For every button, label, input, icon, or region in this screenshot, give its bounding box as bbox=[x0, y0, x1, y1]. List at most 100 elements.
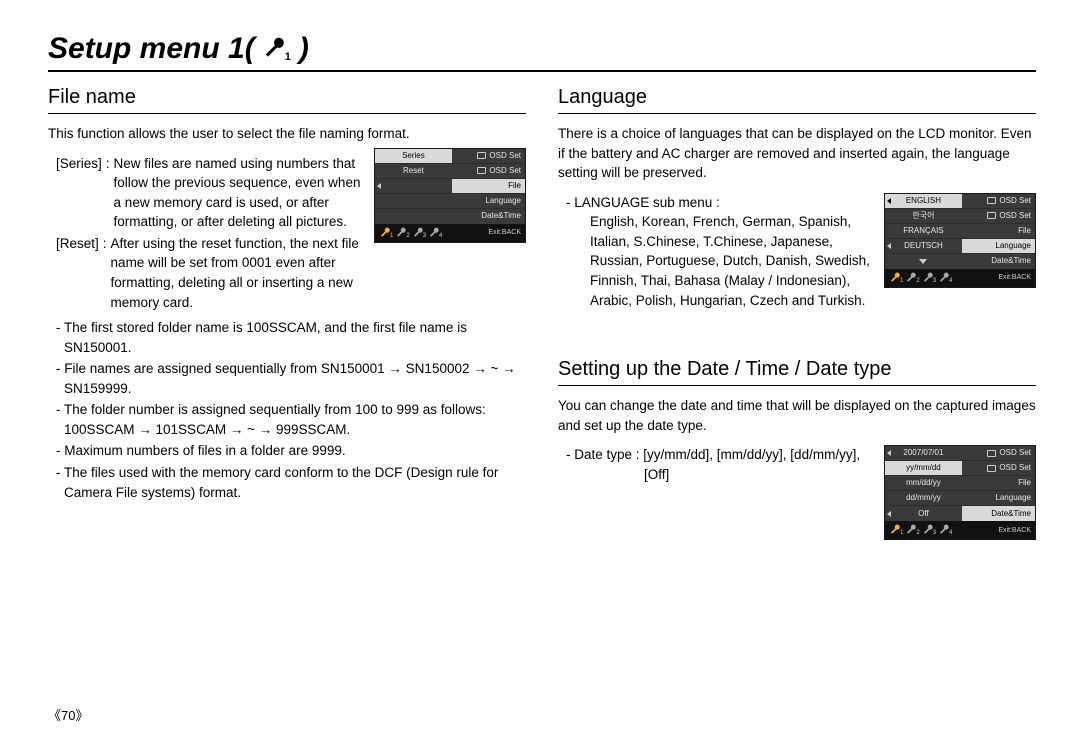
osd-right-label: OSD Set bbox=[999, 449, 1031, 457]
osd-screen: ENGLISH한국어FRANÇAISDEUTSCH OSD Set OSD Set… bbox=[884, 193, 1036, 288]
osd-right-item: OSD Set bbox=[452, 164, 525, 179]
osd-right-label: File bbox=[1018, 227, 1031, 235]
page-number: 《70》 bbox=[48, 705, 88, 724]
osd-right-label: OSD Set bbox=[999, 197, 1031, 205]
osd-right-label: Language bbox=[485, 197, 521, 205]
page-title: Setup menu 1( 1 ) bbox=[48, 32, 1036, 72]
camera-icon bbox=[476, 152, 486, 160]
wrench-icon: 3 bbox=[412, 227, 426, 239]
wrench-icon: 2 bbox=[905, 272, 919, 284]
wrench-icon: 1 bbox=[379, 227, 393, 239]
osd-right-item: OSD Set bbox=[962, 194, 1035, 209]
language-intro: There is a choice of languages that can … bbox=[558, 124, 1036, 183]
wrench-icon: 4 bbox=[938, 524, 952, 536]
osd-right-item: File bbox=[962, 476, 1035, 491]
def-series: [Series] : New files are named using num… bbox=[56, 154, 362, 232]
osd-right-item: Language bbox=[452, 194, 525, 209]
wrench-icon: 1 bbox=[261, 36, 293, 62]
title-text-suffix: ) bbox=[299, 32, 309, 66]
osd-date: 2007/07/01yy/mm/ddmm/dd/yydd/mm/yyOff OS… bbox=[884, 445, 1036, 540]
bullet: The first stored folder name is 100SSCAM… bbox=[56, 318, 526, 357]
osd-right-item: File bbox=[452, 179, 525, 194]
osd-right-label: Language bbox=[995, 494, 1031, 502]
wrench-icon: 2 bbox=[905, 524, 919, 536]
camera-icon bbox=[986, 449, 996, 457]
wrench-subscript: 1 bbox=[285, 51, 291, 63]
osd-right-label: OSD Set bbox=[489, 167, 521, 175]
bullet: The folder number is assigned sequential… bbox=[56, 400, 526, 439]
osd-left-item: FRANÇAIS bbox=[885, 224, 962, 239]
osd-right-item: OSD Set bbox=[962, 209, 1035, 224]
left-column: File name This function allows the user … bbox=[48, 86, 526, 548]
osd-filename: SeriesReset OSD Set OSD Set File Language Da… bbox=[374, 148, 526, 243]
chevron-down-icon bbox=[919, 259, 927, 264]
osd-right-label: Language bbox=[995, 242, 1031, 250]
osd-left-item: mm/dd/yy bbox=[885, 476, 962, 491]
osd-left-item: 한국어 bbox=[885, 209, 962, 224]
osd-right-label: OSD Set bbox=[999, 212, 1031, 220]
osd-exit-label: Exit:BACK bbox=[998, 527, 1031, 534]
osd-exit-label: Exit:BACK bbox=[998, 274, 1031, 281]
wrench-icon: 1 bbox=[889, 524, 903, 536]
section-heading-language: Language bbox=[558, 86, 1036, 114]
def-label: [Reset] bbox=[56, 234, 99, 312]
title-text-prefix: Setup menu 1( bbox=[48, 32, 255, 66]
osd-right-label: Date&Time bbox=[991, 257, 1031, 265]
right-column: Language There is a choice of languages … bbox=[558, 86, 1036, 548]
osd-right-label: OSD Set bbox=[489, 152, 521, 160]
filename-intro: This function allows the user to select … bbox=[48, 124, 526, 144]
camera-icon bbox=[986, 197, 996, 205]
def-body: After using the reset function, the next… bbox=[111, 234, 362, 312]
osd-left-item: yy/mm/dd bbox=[885, 461, 962, 476]
manual-page: Setup menu 1( 1 ) File name This functio… bbox=[0, 0, 1080, 746]
osd-language: ENGLISH한국어FRANÇAISDEUTSCH OSD Set OSD Set… bbox=[884, 193, 1036, 288]
filename-bullets: The first stored folder name is 100SSCAM… bbox=[56, 318, 526, 502]
osd-left-item bbox=[885, 254, 962, 269]
osd-exit-label: Exit:BACK bbox=[488, 229, 521, 236]
wrench-icon: 4 bbox=[428, 227, 442, 239]
bullet: The files used with the memory card conf… bbox=[56, 463, 526, 502]
wrench-icon: 3 bbox=[922, 524, 936, 536]
osd-left-item bbox=[375, 194, 452, 209]
osd-right-item: OSD Set bbox=[962, 461, 1035, 476]
osd-right-item: OSD Set bbox=[452, 149, 525, 164]
osd-left-item bbox=[375, 209, 452, 224]
osd-screen: 2007/07/01yy/mm/ddmm/dd/yydd/mm/yyOff OS… bbox=[884, 445, 1036, 540]
section-heading-date: Setting up the Date / Time / Date type bbox=[558, 358, 1036, 386]
osd-screen: SeriesReset OSD Set OSD Set File Language Da… bbox=[374, 148, 526, 243]
content-columns: File name This function allows the user … bbox=[48, 86, 1036, 548]
wrench-icon: 3 bbox=[922, 272, 936, 284]
bullet: Maximum numbers of files in a folder are… bbox=[56, 441, 526, 461]
osd-left-item: 2007/07/01 bbox=[885, 446, 962, 461]
osd-left-item: DEUTSCH bbox=[885, 239, 962, 254]
wrench-icon: 4 bbox=[938, 272, 952, 284]
osd-right-label: File bbox=[1018, 479, 1031, 487]
wrench-icon: 2 bbox=[395, 227, 409, 239]
osd-right-label: File bbox=[508, 182, 521, 190]
def-label: [Series] bbox=[56, 154, 102, 232]
osd-right-item: Date&Time bbox=[962, 254, 1035, 269]
osd-right-item: Language bbox=[962, 239, 1035, 254]
playback-icon bbox=[986, 212, 996, 220]
osd-right-item: Date&Time bbox=[962, 506, 1035, 521]
osd-right-label: OSD Set bbox=[999, 464, 1031, 472]
date-intro: You can change the date and time that wi… bbox=[558, 396, 1036, 435]
osd-left-item: dd/mm/yy bbox=[885, 491, 962, 506]
def-reset: [Reset] : After using the reset function… bbox=[56, 234, 362, 312]
osd-left-item: Reset bbox=[375, 164, 452, 179]
wrench-icon: 1 bbox=[889, 272, 903, 284]
section-heading-filename: File name bbox=[48, 86, 526, 114]
playback-icon bbox=[986, 464, 996, 472]
playback-icon bbox=[476, 167, 486, 175]
osd-right-label: Date&Time bbox=[991, 510, 1031, 518]
osd-right-label: Date&Time bbox=[481, 212, 521, 220]
osd-left-item: ENGLISH bbox=[885, 194, 962, 209]
osd-right-item: File bbox=[962, 224, 1035, 239]
osd-left-item: Off bbox=[885, 506, 962, 521]
osd-right-item: Language bbox=[962, 491, 1035, 506]
osd-left-item: Series bbox=[375, 149, 452, 164]
osd-right-item: Date&Time bbox=[452, 209, 525, 224]
bullet: File names are assigned sequentially fro… bbox=[56, 359, 526, 398]
def-body: New files are named using numbers that f… bbox=[114, 154, 362, 232]
osd-left-item bbox=[375, 179, 452, 194]
